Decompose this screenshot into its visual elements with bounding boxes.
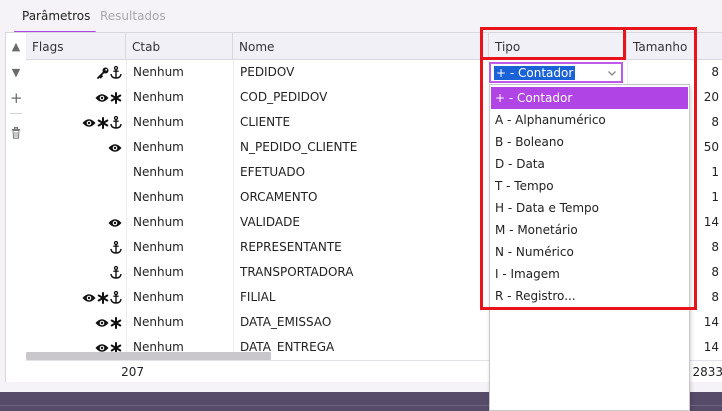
nome-cell: COD_PEDIDOV xyxy=(240,90,328,104)
flags-cell xyxy=(26,335,126,352)
chevron-down-icon[interactable] xyxy=(607,67,617,81)
nome-cell: CLIENTE xyxy=(240,115,291,129)
dropdown-option[interactable]: + - Contador xyxy=(491,87,688,109)
eye-icon xyxy=(107,140,122,154)
ctab-cell: Nenhum xyxy=(133,115,184,129)
header-nome[interactable]: Nome xyxy=(233,33,489,60)
add-icon[interactable]: + xyxy=(10,91,23,106)
anchor-icon xyxy=(109,290,122,304)
ctab-cell: Nenhum xyxy=(133,290,184,304)
tab-bar: Parâmetros Resultados xyxy=(0,0,722,34)
key-icon xyxy=(96,65,109,79)
ctab-cell: Nenhum xyxy=(133,190,184,204)
eye-icon xyxy=(81,290,96,304)
toolbar-divider xyxy=(10,113,22,114)
ctab-cell: Nenhum xyxy=(133,340,184,352)
nome-cell: FILIAL xyxy=(240,290,276,304)
dropdown-option[interactable]: B - Boleano xyxy=(491,131,688,153)
trash-icon[interactable] xyxy=(10,127,22,141)
horizontal-scrollbar[interactable] xyxy=(26,352,496,360)
header-ctab[interactable]: Ctab xyxy=(126,33,233,60)
grid-header: Flags Ctab Nome Tipo Tamanho xyxy=(26,33,722,60)
nome-cell: VALIDADE xyxy=(240,215,300,229)
asterisk-icon xyxy=(109,340,122,352)
tipo-dropdown-list[interactable]: + - Contador A - Alphanumérico B - Boleano… xyxy=(489,84,690,411)
header-flags[interactable]: Flags xyxy=(26,33,126,60)
nome-cell: EFETUADO xyxy=(240,165,306,179)
nome-cell: TRANSPORTADORA xyxy=(240,265,354,279)
tipo-combobox[interactable]: + - Contador xyxy=(489,62,623,83)
ctab-cell: Nenhum xyxy=(133,140,184,154)
dropdown-option[interactable]: R - Registro... xyxy=(491,285,688,307)
horizontal-scrollbar-thumb[interactable] xyxy=(26,352,271,360)
ctab-cell: Nenhum xyxy=(133,240,184,254)
dropdown-option[interactable]: T - Tempo xyxy=(491,175,688,197)
tab-parametros[interactable]: Parâmetros xyxy=(13,9,97,34)
eye-icon xyxy=(81,115,96,129)
ctab-cell: Nenhum xyxy=(133,165,184,179)
asterisk-icon xyxy=(109,90,122,104)
flags-cell xyxy=(26,210,126,235)
eye-icon xyxy=(94,340,109,352)
flags-cell xyxy=(26,160,126,185)
dropdown-option[interactable]: I - Imagem xyxy=(491,263,688,285)
asterisk-icon xyxy=(96,115,109,129)
flags-cell xyxy=(26,110,126,135)
dropdown-option[interactable]: M - Monetário xyxy=(491,219,688,241)
ctab-cell: Nenhum xyxy=(133,215,184,229)
nome-cell: N_PEDIDO_CLIENTE xyxy=(240,140,358,154)
nome-cell: ORCAMENTO xyxy=(240,190,318,204)
move-down-icon[interactable]: ▼ xyxy=(10,66,22,80)
flags-cell xyxy=(26,260,126,285)
ctab-cell: Nenhum xyxy=(133,265,184,279)
side-toolbar: ▲ ▼ + xyxy=(6,33,26,382)
eye-icon xyxy=(94,90,109,104)
flags-cell xyxy=(26,85,126,110)
flags-cell xyxy=(26,60,126,85)
nome-cell: PEDIDOV xyxy=(240,65,295,79)
footer-total: 2833 xyxy=(692,365,722,379)
eye-icon xyxy=(107,215,122,229)
tab-resultados[interactable]: Resultados xyxy=(100,9,166,23)
eye-icon xyxy=(94,315,109,329)
header-tipo[interactable]: Tipo xyxy=(489,33,627,60)
nome-cell: DATA_EMISSAO xyxy=(240,315,332,329)
anchor-icon xyxy=(109,65,122,79)
tipo-combobox-value: + - Contador xyxy=(494,66,576,80)
move-up-icon[interactable]: ▲ xyxy=(10,40,22,54)
header-tamanho[interactable]: Tamanho xyxy=(627,33,722,60)
flags-cell xyxy=(26,235,126,260)
tamanho-cell: 8 xyxy=(711,65,719,79)
asterisk-icon xyxy=(109,315,122,329)
anchor-icon xyxy=(109,240,122,254)
flags-cell xyxy=(26,135,126,160)
dropdown-option[interactable]: H - Data e Tempo xyxy=(491,197,688,219)
flags-cell xyxy=(26,185,126,210)
flags-cell xyxy=(26,285,126,310)
ctab-cell: Nenhum xyxy=(133,65,184,79)
dropdown-option[interactable]: N - Numérico xyxy=(491,241,688,263)
asterisk-icon xyxy=(96,290,109,304)
anchor-icon xyxy=(109,265,122,279)
dropdown-option[interactable]: D - Data xyxy=(491,153,688,175)
nome-cell: REPRESENTANTE xyxy=(240,240,342,254)
ctab-cell: Nenhum xyxy=(133,90,184,104)
footer-count: 207 xyxy=(121,365,144,379)
nome-cell: DATA_ENTREGA xyxy=(240,340,335,352)
ctab-cell: Nenhum xyxy=(133,315,184,329)
flags-cell xyxy=(26,310,126,335)
anchor-icon xyxy=(109,115,122,129)
dropdown-option[interactable]: A - Alphanumérico xyxy=(491,109,688,131)
